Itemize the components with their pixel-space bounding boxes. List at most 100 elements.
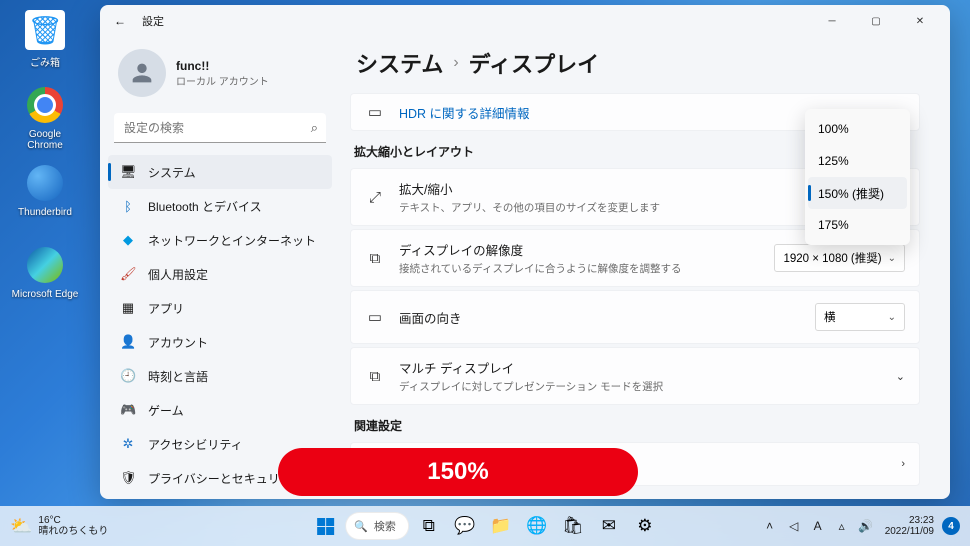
- select-value: 横: [824, 309, 836, 325]
- option-label: 150% (推奨): [818, 185, 884, 202]
- taskbar-edge[interactable]: 🌐: [521, 510, 553, 542]
- thunderbird-icon: [25, 163, 65, 203]
- taskbar-weather[interactable]: ⛅ 16°C 晴れのちくもり: [10, 515, 108, 538]
- sidebar-item-network[interactable]: ◆ネットワークとインターネット: [108, 223, 332, 257]
- settings-window: ← 設定 ─ ▢ ✕ func!! ローカル アカウント ⌕ 🖥 システム ᛒBl…: [100, 5, 950, 499]
- maximize-button[interactable]: ▢: [854, 7, 898, 35]
- titlebar: ← 設定 ─ ▢ ✕: [100, 5, 950, 37]
- game-icon: 🎮: [120, 402, 136, 418]
- scale-icon: ⤢: [365, 189, 385, 206]
- sidebar-item-label: アクセシビリティ: [148, 436, 243, 453]
- tray-network-icon[interactable]: ▵: [831, 519, 853, 533]
- apps-icon: ▦: [120, 300, 136, 316]
- back-button[interactable]: ←: [108, 9, 132, 33]
- start-button[interactable]: [309, 510, 341, 542]
- sidebar-item-label: 時刻と言語: [148, 368, 208, 385]
- option-label: 100%: [818, 122, 849, 136]
- search-label: 検索: [374, 518, 396, 534]
- orientation-select[interactable]: 横 ⌄: [815, 303, 905, 331]
- shield-icon: 🛡: [120, 470, 136, 486]
- scale-option-150[interactable]: 150% (推奨): [808, 177, 907, 209]
- scale-option-175[interactable]: 175%: [808, 209, 907, 241]
- desktop-icon-label: Google Chrome: [10, 129, 80, 151]
- tray-location-icon[interactable]: ◁: [783, 519, 805, 533]
- scale-option-100[interactable]: 100%: [808, 113, 907, 145]
- taskbar-mail[interactable]: ✉: [593, 510, 625, 542]
- chevron-down-icon: ⌄: [896, 370, 905, 383]
- card-subtitle: 接続されているディスプレイに合うように解像度を調整する: [399, 261, 774, 276]
- card-orientation[interactable]: ▭ 画面の向き 横 ⌄: [350, 290, 920, 344]
- notification-count: 4: [948, 521, 954, 532]
- sidebar: func!! ローカル アカウント ⌕ 🖥 システム ᛒBluetooth とデバ…: [100, 37, 340, 499]
- taskbar: ⛅ 16°C 晴れのちくもり 🔍 検索 ⧉ 💬 📁 🌐 🛍 ✉ ⚙ ˄ ◁ A ▵…: [0, 506, 970, 546]
- notification-badge[interactable]: 4: [942, 517, 960, 535]
- tray-volume-icon[interactable]: 🔊: [855, 519, 877, 533]
- clock-time: 23:23: [885, 515, 934, 527]
- resolution-select[interactable]: 1920 × 1080 (推奨) ⌄: [774, 244, 905, 272]
- desktop-icon-edge[interactable]: Microsoft Edge: [10, 245, 80, 300]
- user-subtitle: ローカル アカウント: [176, 73, 269, 88]
- avatar-icon: [118, 49, 166, 97]
- search-icon: ⌕: [311, 120, 318, 136]
- search-icon: 🔍: [354, 520, 368, 533]
- section-title-related: 関連設定: [354, 417, 920, 434]
- chrome-icon: [25, 85, 65, 125]
- breadcrumb: システム › ディスプレイ: [350, 47, 920, 79]
- sidebar-item-system[interactable]: 🖥 システム: [108, 155, 332, 189]
- task-view-button[interactable]: ⧉: [413, 510, 445, 542]
- card-multi-display[interactable]: ⧉ マルチ ディスプレイ ディスプレイに対してプレゼンテーション モードを選択 …: [350, 347, 920, 405]
- search-input[interactable]: [114, 113, 326, 143]
- sidebar-item-time[interactable]: 🕘 時刻と言語: [108, 359, 332, 393]
- system-icon: 🖥: [120, 164, 136, 180]
- close-button[interactable]: ✕: [898, 7, 942, 35]
- desktop-icon-label: Thunderbird: [10, 207, 80, 218]
- sidebar-item-apps[interactable]: ▦アプリ: [108, 291, 332, 325]
- sidebar-item-label: ゲーム: [148, 402, 184, 419]
- desktop-icon-chrome[interactable]: Google Chrome: [10, 85, 80, 151]
- tray-ime[interactable]: A: [807, 519, 829, 533]
- user-row[interactable]: func!! ローカル アカウント: [108, 37, 332, 113]
- taskbar-chat[interactable]: 💬: [449, 510, 481, 542]
- desktop-icon-recycle-bin[interactable]: ごみ箱: [10, 10, 80, 69]
- desktop-icon-thunderbird[interactable]: Thunderbird: [10, 163, 80, 218]
- person-icon: 👤: [120, 334, 136, 350]
- card-title: マルチ ディスプレイ: [399, 358, 886, 377]
- bluetooth-icon: ᛒ: [120, 199, 136, 214]
- window-title: 設定: [142, 13, 164, 29]
- scale-option-125[interactable]: 125%: [808, 145, 907, 177]
- taskbar-store[interactable]: 🛍: [557, 510, 589, 542]
- clock-date: 2022/11/09: [885, 526, 934, 538]
- sidebar-item-gaming[interactable]: 🎮 ゲーム: [108, 393, 332, 427]
- taskbar-explorer[interactable]: 📁: [485, 510, 517, 542]
- orientation-icon: ▭: [365, 308, 385, 326]
- sidebar-item-personalization[interactable]: 🖌個人用設定: [108, 257, 332, 291]
- chevron-down-icon: ⌄: [888, 253, 896, 264]
- desktop-icon-label: ごみ箱: [10, 54, 80, 69]
- resolution-icon: ⧉: [365, 250, 385, 267]
- tray-overflow[interactable]: ˄: [759, 519, 781, 533]
- taskbar-search[interactable]: 🔍 検索: [345, 512, 409, 540]
- sidebar-item-bluetooth[interactable]: ᛒBluetooth とデバイス: [108, 189, 332, 223]
- sidebar-item-label: ネットワークとインターネット: [148, 232, 316, 249]
- chevron-down-icon: ⌄: [888, 312, 896, 323]
- breadcrumb-root[interactable]: システム: [356, 47, 443, 79]
- card-title: ディスプレイの解像度: [399, 240, 774, 259]
- taskbar-clock[interactable]: 23:23 2022/11/09: [885, 515, 934, 538]
- option-label: 125%: [818, 154, 849, 168]
- edge-icon: [25, 245, 65, 285]
- weather-icon: ⛅: [10, 516, 32, 537]
- taskbar-settings[interactable]: ⚙: [629, 510, 661, 542]
- desktop-icon-label: Microsoft Edge: [10, 289, 80, 300]
- brush-icon: 🖌: [120, 266, 136, 282]
- sidebar-item-label: アカウント: [148, 334, 208, 351]
- system-tray: ˄ ◁ A ▵ 🔊 23:23 2022/11/09 4: [759, 515, 960, 538]
- sidebar-item-account[interactable]: 👤 アカウント: [108, 325, 332, 359]
- weather-temp: 16°C: [38, 515, 108, 527]
- multi-display-icon: ⧉: [365, 368, 385, 385]
- clock-icon: 🕘: [120, 368, 136, 384]
- minimize-button[interactable]: ─: [810, 7, 854, 35]
- main-content: システム › ディスプレイ ▭ HDR に関する詳細情報 › 拡大縮小とレイアウ…: [340, 37, 950, 499]
- sidebar-item-label: システム: [148, 164, 196, 181]
- card-subtitle: ディスプレイに対してプレゼンテーション モードを選択: [399, 379, 886, 394]
- breadcrumb-current: ディスプレイ: [469, 47, 599, 79]
